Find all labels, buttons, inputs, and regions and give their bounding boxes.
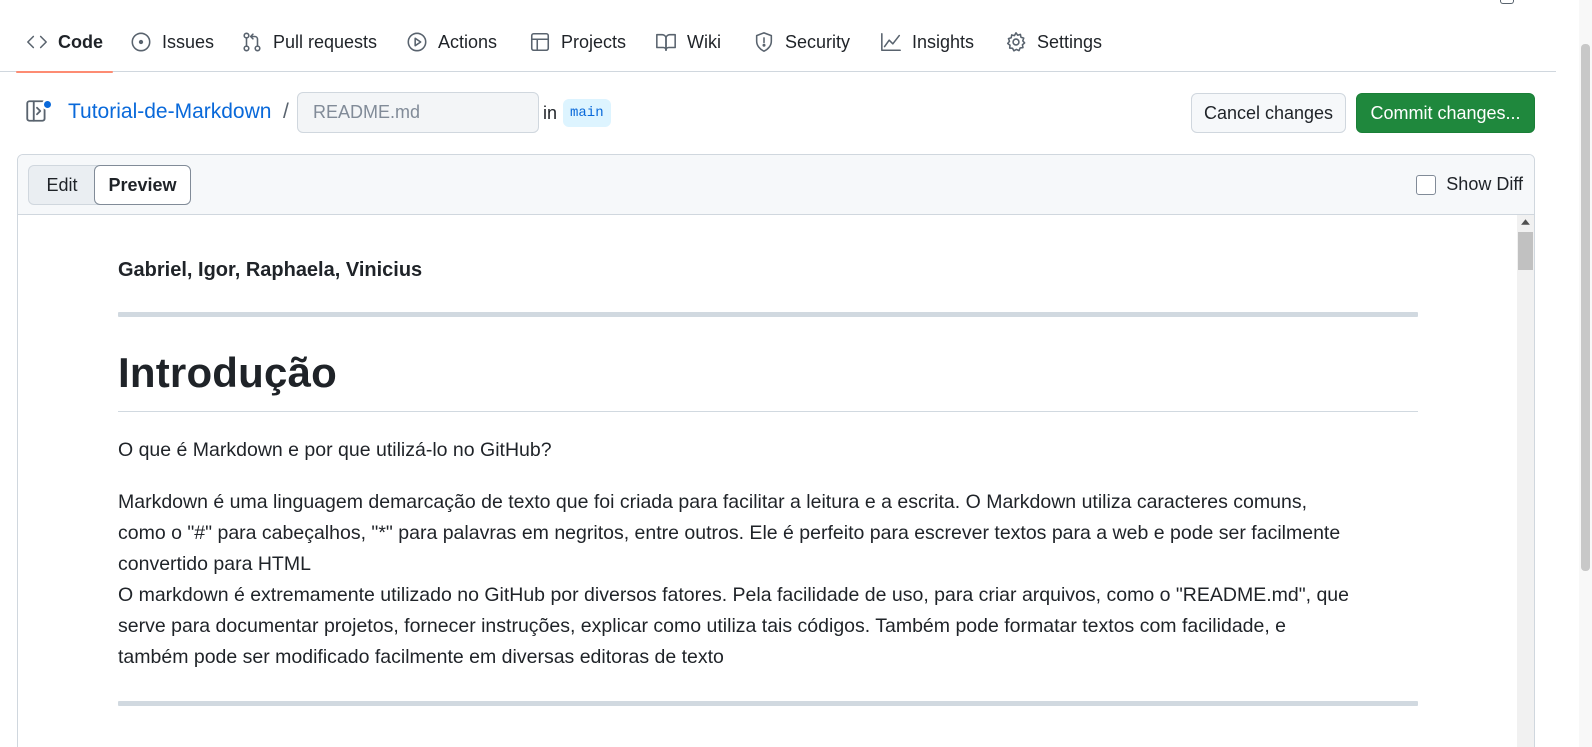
- branch-badge: main: [563, 99, 611, 127]
- show-diff-checkbox[interactable]: [1416, 174, 1437, 195]
- tab-insights[interactable]: Insights: [880, 20, 974, 64]
- paragraph-line: Markdown é uma linguagem demarcação de t…: [118, 491, 1307, 513]
- tab-actions[interactable]: Actions: [406, 20, 497, 64]
- tab-insights-label: Insights: [912, 31, 975, 52]
- authors-text: Gabriel, Igor, Raphaela, Vinicius: [118, 259, 423, 281]
- paragraph-line: serve para documentar projetos, fornecer…: [118, 615, 1287, 637]
- tab-issues-label: Issues: [162, 31, 215, 52]
- markdown-preview: Gabriel, Igor, Raphaela, Vinicius Introd…: [18, 215, 1534, 747]
- issue-icon: [130, 31, 152, 53]
- book-icon: [655, 31, 677, 53]
- tab-settings[interactable]: Settings: [1005, 20, 1102, 64]
- tab-security-label: Security: [785, 31, 851, 52]
- tab-code-label: Code: [58, 31, 103, 52]
- show-diff-toggle[interactable]: Show Diff: [1416, 174, 1523, 195]
- pull-request-icon: [241, 31, 263, 53]
- preview-scrollbar[interactable]: [1517, 215, 1534, 747]
- intro-paragraph: Markdown é uma linguagem demarcação de t…: [118, 487, 1418, 673]
- horizontal-rule: [118, 701, 1418, 706]
- page-scrollbar[interactable]: [1579, 0, 1592, 747]
- tab-preview[interactable]: Preview: [94, 165, 191, 205]
- menu-corner-icon[interactable]: [1500, 0, 1514, 4]
- tab-security[interactable]: Security: [753, 20, 850, 64]
- tab-pull-requests[interactable]: Pull requests: [241, 20, 377, 64]
- paragraph-line: também pode ser modificado facilmente em…: [118, 646, 724, 668]
- tab-pull-requests-label: Pull requests: [273, 31, 378, 52]
- file-editor: Edit Preview Show Diff Gabriel, Igor, Ra…: [17, 154, 1535, 747]
- graph-icon: [880, 31, 902, 53]
- cancel-changes-button[interactable]: Cancel changes: [1191, 93, 1346, 133]
- heading-introducao: Introdução: [118, 349, 337, 396]
- paragraph-line: convertido para HTML: [118, 553, 311, 575]
- in-label: in: [543, 103, 558, 123]
- scroll-up-arrow-icon[interactable]: [1520, 217, 1531, 228]
- editor-toolbar: Edit Preview Show Diff: [18, 155, 1534, 215]
- table-icon: [529, 31, 551, 53]
- path-separator: /: [283, 100, 289, 123]
- intro-question: O que é Markdown e por que utilizá-lo no…: [118, 439, 552, 461]
- page-scroll-thumb[interactable]: [1581, 44, 1590, 571]
- paragraph-line: como o "#" para cabeçalhos, "*" para pal…: [118, 522, 1341, 544]
- show-diff-label: Show Diff: [1446, 174, 1523, 194]
- file-tree-toggle-button[interactable]: [24, 98, 53, 126]
- editor-tab-group: Edit Preview: [28, 165, 191, 205]
- tab-code[interactable]: Code: [16, 20, 113, 73]
- file-header: Tutorial-de-Markdown / in main Cancel ch…: [0, 90, 1556, 138]
- tab-issues[interactable]: Issues: [130, 20, 214, 64]
- tab-wiki-label: Wiki: [687, 31, 721, 52]
- code-icon: [26, 31, 48, 53]
- heading-underline: [118, 411, 1418, 412]
- play-icon: [406, 31, 428, 53]
- tab-edit[interactable]: Edit: [29, 165, 95, 205]
- tab-projects-label: Projects: [561, 31, 627, 52]
- filename-input[interactable]: [297, 92, 539, 133]
- horizontal-rule: [118, 312, 1418, 317]
- commit-changes-button[interactable]: Commit changes...: [1356, 93, 1535, 133]
- shield-icon: [753, 31, 775, 53]
- repo-name-link[interactable]: Tutorial-de-Markdown: [68, 100, 271, 124]
- gear-icon: [1005, 31, 1027, 53]
- tab-settings-label: Settings: [1037, 31, 1103, 52]
- tab-projects[interactable]: Projects: [529, 20, 626, 64]
- preview-scroll-thumb[interactable]: [1518, 232, 1533, 270]
- tab-wiki[interactable]: Wiki: [655, 20, 721, 64]
- notification-dot: [42, 99, 53, 110]
- paragraph-line: O markdown é extremamente utilizado no G…: [118, 584, 1349, 606]
- tab-actions-label: Actions: [438, 31, 498, 52]
- repo-nav: Code Issues Pull requests Actions Projec…: [0, 0, 1556, 73]
